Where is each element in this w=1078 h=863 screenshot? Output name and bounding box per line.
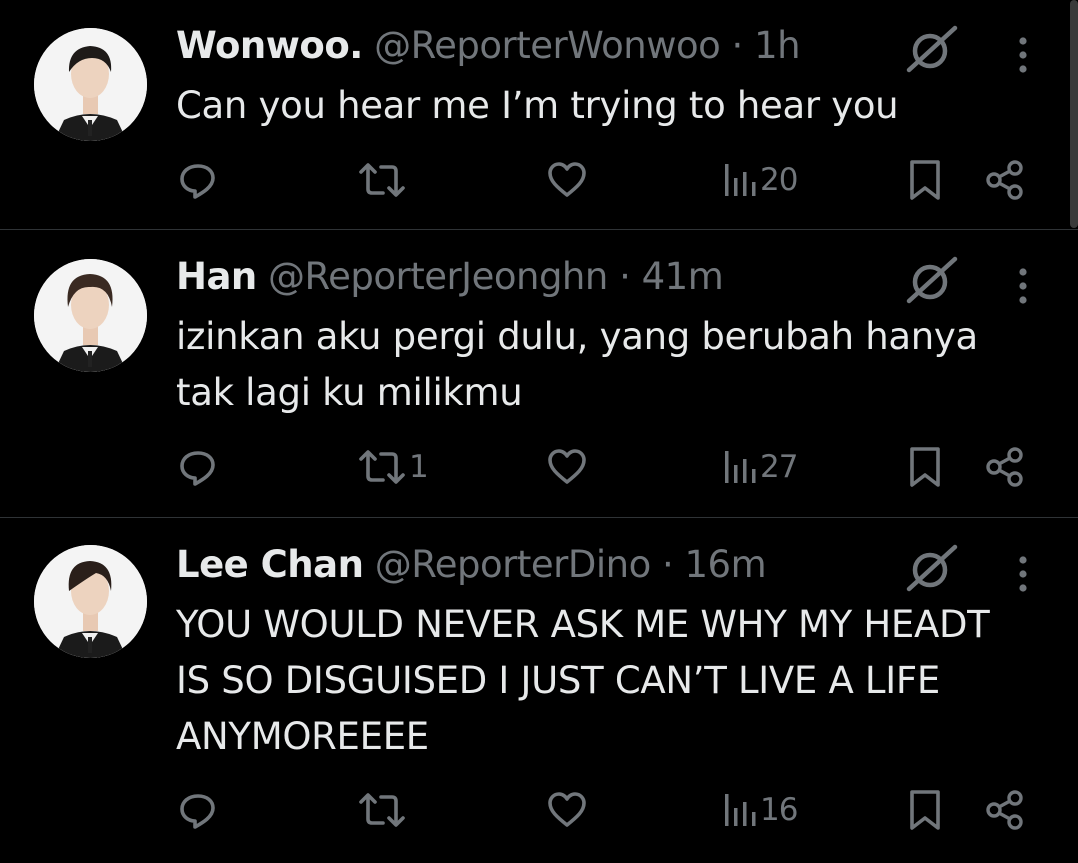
tweet-header: Han @ReporterJeonghn · 41m (176, 253, 724, 301)
views-icon (725, 451, 756, 483)
like-button[interactable] (545, 156, 589, 204)
grok-icon[interactable] (903, 543, 959, 595)
tweet-text: YOU WOULD NEVER ASK ME WHY MY HEADT IS S… (176, 603, 990, 758)
share-icon (986, 790, 1023, 830)
tweet-2[interactable]: Han @ReporterJeonghn · 41m izinkan aku p… (0, 253, 1078, 516)
user-handle[interactable]: @ReporterWonwoo (374, 24, 721, 67)
views-icon (725, 794, 756, 826)
bookmark-icon (910, 160, 940, 200)
divider (0, 229, 1078, 230)
views-button[interactable]: 20 (722, 156, 798, 204)
user-handle[interactable]: @ReporterJeonghn (268, 255, 608, 298)
views-count: 27 (760, 449, 798, 485)
tweet-header: Lee Chan @ReporterDino · 16m (176, 541, 767, 589)
heart-icon (548, 162, 586, 197)
action-bar: 20 (0, 156, 1078, 204)
divider (0, 517, 1078, 518)
more-dots-icon[interactable] (1008, 35, 1038, 75)
repost-button[interactable]: 1 (357, 443, 429, 491)
grok-icon[interactable] (903, 255, 959, 307)
avatar[interactable] (34, 545, 147, 658)
separator-dot: · (731, 24, 744, 67)
share-icon (986, 160, 1023, 200)
views-count: 16 (760, 792, 798, 828)
avatar[interactable] (34, 259, 147, 372)
grok-icon[interactable] (903, 24, 959, 76)
action-bar: 1 27 (0, 443, 1078, 491)
timestamp[interactable]: 41m (642, 255, 724, 298)
reply-button[interactable] (176, 156, 220, 204)
display-name[interactable]: Wonwoo. (176, 24, 363, 67)
separator-dot: · (661, 543, 674, 586)
repost-count: 1 (409, 449, 429, 485)
tweet-3[interactable]: Lee Chan @ReporterDino · 16m YOU WOULD N… (0, 541, 1078, 863)
reply-button[interactable] (176, 786, 220, 834)
bookmark-button[interactable] (905, 156, 945, 204)
share-button[interactable] (983, 443, 1027, 491)
display-name[interactable]: Han (176, 255, 257, 298)
timestamp[interactable]: 16m (685, 543, 767, 586)
share-button[interactable] (983, 156, 1027, 204)
bookmark-button[interactable] (905, 786, 945, 834)
views-button[interactable]: 27 (722, 443, 798, 491)
reply-icon (180, 164, 215, 199)
reply-button[interactable] (176, 443, 220, 491)
repost-button[interactable] (357, 156, 409, 204)
reply-icon (180, 794, 215, 829)
more-dots-icon[interactable] (1008, 554, 1038, 594)
action-bar: 16 (0, 786, 1078, 834)
repost-icon (359, 793, 405, 827)
like-button[interactable] (545, 443, 589, 491)
views-icon (725, 164, 756, 196)
separator-dot: · (619, 255, 631, 298)
tweet-text: Can you hear me I’m trying to hear you (176, 84, 899, 127)
more-dots-icon[interactable] (1008, 266, 1038, 306)
tweet-1[interactable]: Wonwoo. @ReporterWonwoo · 1h Can you hea… (0, 22, 1078, 228)
repost-icon (359, 450, 405, 484)
reply-icon (180, 451, 215, 486)
bookmark-icon (910, 447, 940, 487)
tweet-header: Wonwoo. @ReporterWonwoo · 1h (176, 22, 801, 70)
heart-icon (548, 449, 586, 484)
views-button[interactable]: 16 (722, 786, 798, 834)
repost-button[interactable] (357, 786, 409, 834)
repost-icon (359, 163, 405, 197)
bookmark-icon (910, 790, 940, 830)
display-name[interactable]: Lee Chan (176, 543, 364, 586)
share-icon (986, 447, 1023, 487)
user-handle[interactable]: @ReporterDino (375, 543, 652, 586)
bookmark-button[interactable] (905, 443, 945, 491)
views-count: 20 (760, 162, 798, 198)
timestamp[interactable]: 1h (754, 24, 801, 67)
share-button[interactable] (983, 786, 1027, 834)
heart-icon (548, 792, 586, 827)
timeline: Wonwoo. @ReporterWonwoo · 1h Can you hea… (0, 0, 1078, 863)
like-button[interactable] (545, 786, 589, 834)
avatar[interactable] (34, 28, 147, 141)
tweet-text: izinkan aku pergi dulu, yang berubah han… (176, 315, 978, 414)
